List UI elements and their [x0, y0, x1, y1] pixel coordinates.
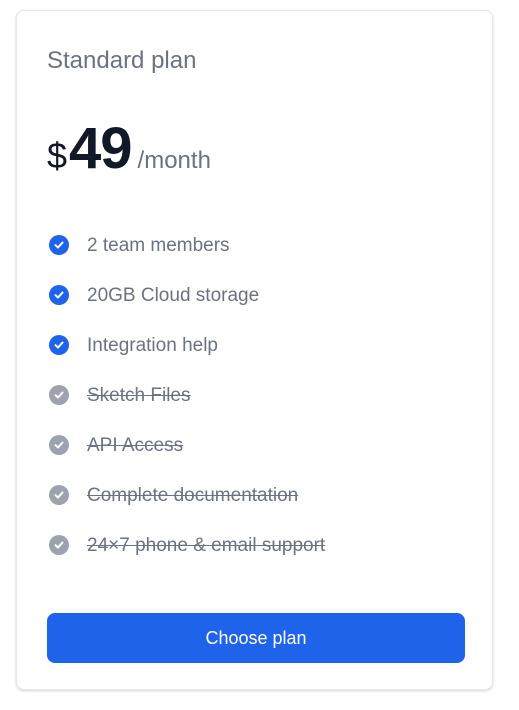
feature-label: 2 team members — [87, 235, 230, 256]
feature-item: Complete documentation — [49, 485, 325, 535]
feature-label: Complete documentation — [87, 485, 299, 506]
feature-list: 2 team members 20GB Cloud storage Integrat… — [49, 235, 325, 585]
feature-label: Integration help — [87, 335, 218, 356]
check-circle-icon — [49, 535, 69, 555]
check-circle-icon — [49, 385, 69, 405]
feature-label: 20GB Cloud storage — [87, 285, 260, 306]
check-circle-icon — [49, 285, 69, 305]
feature-label: Sketch Files — [87, 385, 191, 406]
feature-item: Sketch Files — [49, 385, 325, 435]
feature-label: API Access — [87, 435, 184, 456]
plan-title: Standard plan — [47, 47, 197, 74]
check-circle-icon — [49, 435, 69, 455]
pricing-card: Standard plan $ 49 /month 2 team members… — [16, 10, 493, 690]
choose-plan-button[interactable]: Choose plan — [47, 613, 465, 663]
check-circle-icon — [49, 335, 69, 355]
price-amount: 49 — [69, 116, 133, 181]
feature-label: 24×7 phone & email support — [87, 535, 326, 556]
feature-item: API Access — [49, 435, 325, 485]
check-circle-icon — [49, 485, 69, 505]
price-currency: $ — [47, 135, 68, 176]
feature-item: Integration help — [49, 335, 325, 385]
feature-item: 2 team members — [49, 235, 325, 285]
price: $ 49 /month — [47, 115, 211, 182]
price-period: /month — [137, 147, 211, 174]
feature-item: 24×7 phone & email support — [49, 535, 325, 585]
check-circle-icon — [49, 235, 69, 255]
feature-item: 20GB Cloud storage — [49, 285, 325, 335]
